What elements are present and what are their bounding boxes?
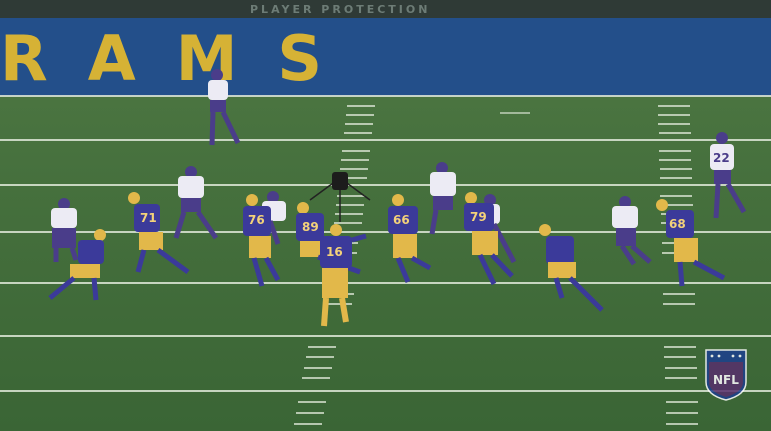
football-field-scene: PLAYER PROTECTION RAMS 22 71 76 89 16 66… xyxy=(0,0,771,431)
jersey-number-center: 89 xyxy=(302,220,319,234)
jersey-number-79: 79 xyxy=(470,210,487,224)
turf xyxy=(0,96,771,431)
jersey-number-right: 68 xyxy=(669,217,686,231)
jersey-number-22: 22 xyxy=(713,151,730,165)
end-zone-lettering: RAMS xyxy=(0,22,362,95)
jersey-number-71: 71 xyxy=(140,211,157,225)
nfl-logo-text: NFL xyxy=(713,373,739,387)
jersey-number-66: 66 xyxy=(393,213,410,227)
wall-lettering: PLAYER PROTECTION xyxy=(250,3,430,16)
nfl-shield-logo: NFL xyxy=(705,349,747,401)
jersey-number-16: 16 xyxy=(326,245,343,259)
jersey-number-76: 76 xyxy=(248,213,265,227)
field-svg: PLAYER PROTECTION RAMS 22 71 76 89 16 66… xyxy=(0,0,771,431)
